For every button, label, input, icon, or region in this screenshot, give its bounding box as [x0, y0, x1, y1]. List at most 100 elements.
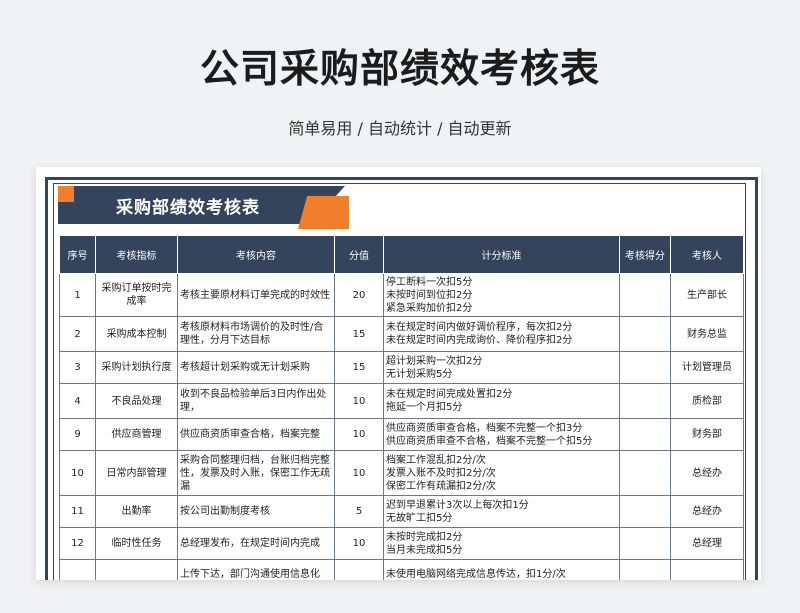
table-row: 上传下达，部门沟通使用信息化 未使用电脑网络完成信息传达，扣1分/次: [59, 559, 744, 580]
standard-line: 无故旷工扣5分: [386, 512, 453, 524]
standard-line: 拖延一个月扣5分: [386, 402, 463, 413]
cell-content[interactable]: 考核超计划采购或无计划采购: [177, 351, 335, 384]
cell-standard[interactable]: 超计划采购一次扣2分 无计划采购5分: [383, 351, 620, 384]
cell-no[interactable]: 12: [59, 527, 96, 560]
standard-line: 未在规定时间内做好调价程序，每次扣2分: [386, 322, 573, 333]
table-header-row: 序号 考核指标 考核内容 分值 计分标准 考核得分 考核人: [59, 235, 744, 274]
cell-standard[interactable]: 未使用电脑网络完成信息传达，扣1分/次: [383, 559, 620, 580]
standard-line: 档案工作混乱扣2分/次: [386, 454, 486, 466]
col-header-no: 序号: [59, 235, 96, 274]
cell-score[interactable]: 5: [334, 495, 384, 528]
cell-reviewer[interactable]: 计划管理员: [670, 351, 744, 384]
cell-result[interactable]: [619, 316, 671, 352]
standard-line: 迟到早退累计3次以上每次扣1分: [386, 499, 529, 511]
cell-no[interactable]: 9: [59, 418, 96, 451]
cell-standard[interactable]: 未在规定时间内做好调价程序，每次扣2分 未在规定时间内完成询价、降价程序扣2分: [383, 316, 620, 352]
page-subtitle: 简单易用 / 自动统计 / 自动更新: [288, 119, 512, 138]
cell-score[interactable]: 15: [334, 351, 384, 384]
standard-line: 当月未完成扣5分: [386, 544, 463, 556]
cell-content[interactable]: 收到不良品检验单后3日内作出处理，: [177, 383, 335, 419]
standard-line: 无计划采购5分: [386, 368, 453, 380]
cell-result[interactable]: [619, 351, 671, 384]
cell-reviewer[interactable]: 财务总监: [670, 316, 744, 352]
cell-content[interactable]: 供应商资质审查合格，档案完整: [177, 418, 335, 451]
table-row: 1 采购订单按时完成率 考核主要原材料订单完成的时效性 20 停工断料一次扣5分 未按时间…: [59, 273, 744, 317]
standard-line: 未使用电脑网络完成信息传达，扣1分/次: [386, 569, 566, 580]
cell-no[interactable]: 4: [59, 383, 96, 419]
page-title: 公司采购部绩效考核表: [199, 47, 600, 92]
cell-indicator[interactable]: 出勤率: [95, 495, 178, 528]
standard-line: 供应商资质审查不合格，档案不完整一个扣5分: [386, 435, 593, 447]
cell-no[interactable]: 11: [59, 495, 96, 528]
col-header-standard: 计分标准: [383, 235, 620, 274]
cell-score[interactable]: 20: [334, 273, 384, 317]
cell-indicator[interactable]: 不良品处理: [95, 383, 178, 419]
cell-standard[interactable]: 档案工作混乱扣2分/次 发票入账不及时扣2分/次 保密工作有疏漏扣2分/次: [383, 450, 620, 496]
cell-reviewer[interactable]: 生产部长: [670, 273, 744, 317]
standard-line: 供应商资质审查合格，档案不完整一个扣3分: [386, 422, 583, 434]
cell-standard[interactable]: 迟到早退累计3次以上每次扣1分 无故旷工扣5分: [383, 495, 620, 528]
table-row: 9 供应商管理 供应商资质审查合格，档案完整 10 供应商资质审查合格，档案不完整一个扣…: [59, 418, 744, 451]
cell-indicator[interactable]: 采购订单按时完成率: [95, 273, 178, 317]
cell-content[interactable]: 考核原材料市场调价的及时性/合理性，分月下达目标: [177, 316, 335, 352]
cell-content[interactable]: 采购合同整理归档，台账归档完整性，发票及时入账，保密工作无疏漏: [177, 450, 335, 496]
cell-reviewer[interactable]: 总经理: [670, 527, 744, 560]
cell-indicator[interactable]: 临时性任务: [95, 527, 178, 560]
standard-line: 停工断料一次扣5分: [386, 276, 473, 288]
cell-indicator[interactable]: 供应商管理: [95, 418, 178, 451]
col-header-content: 考核内容: [177, 235, 335, 274]
cell-score[interactable]: 10: [334, 418, 384, 451]
col-header-reviewer: 考核人: [670, 235, 744, 274]
cell-reviewer[interactable]: 总经办: [670, 450, 744, 496]
cell-score[interactable]: 15: [334, 316, 384, 352]
cell-content[interactable]: 考核主要原材料订单完成的时效性: [177, 273, 335, 317]
banner-accent-square: [58, 186, 74, 202]
assessment-table: 序号 考核指标 考核内容 分值 计分标准 考核得分 考核人 1 采购订单按时完成率…: [59, 235, 744, 580]
cell-indicator[interactable]: [95, 559, 178, 580]
cell-result[interactable]: [619, 559, 671, 580]
cell-no[interactable]: 10: [59, 450, 96, 496]
cell-no[interactable]: [59, 559, 96, 580]
cell-reviewer[interactable]: 总经办: [670, 495, 744, 528]
cell-no[interactable]: 2: [59, 316, 96, 352]
col-header-result: 考核得分: [619, 235, 671, 274]
cell-result[interactable]: [619, 418, 671, 451]
cell-reviewer[interactable]: 财务部: [670, 418, 744, 451]
cell-no[interactable]: 3: [59, 351, 96, 384]
standard-line: 未按时间到位扣2分: [386, 289, 473, 301]
cell-result[interactable]: [619, 495, 671, 528]
cell-standard[interactable]: 未在规定时间完成处置扣2分 拖延一个月扣5分: [383, 383, 620, 419]
cell-no[interactable]: 1: [59, 273, 96, 317]
col-header-indicator: 考核指标: [95, 235, 178, 274]
cell-reviewer[interactable]: [670, 559, 744, 580]
cell-result[interactable]: [619, 383, 671, 419]
table-row: 4 不良品处理 收到不良品检验单后3日内作出处理， 10 未在规定时间完成处置扣2分 拖延…: [59, 383, 744, 419]
table-row: 10 日常内部管理 采购合同整理归档，台账归档完整性，发票及时入账，保密工作无疏漏 1…: [59, 450, 744, 496]
cell-result[interactable]: [619, 450, 671, 496]
cell-standard[interactable]: 未按时完成扣2分 当月未完成扣5分: [383, 527, 620, 560]
cell-score[interactable]: 10: [334, 450, 384, 496]
cell-result[interactable]: [619, 527, 671, 560]
cell-content[interactable]: 按公司出勤制度考核: [177, 495, 335, 528]
standard-line: 发票入账不及时扣2分/次: [386, 467, 496, 479]
standard-line: 超计划采购一次扣2分: [386, 355, 483, 367]
standard-line: 紧急采购加价扣2分: [386, 302, 473, 314]
cell-score[interactable]: 10: [334, 383, 384, 419]
standard-line: 未按时完成扣2分: [386, 531, 463, 543]
cell-content[interactable]: 上传下达，部门沟通使用信息化: [177, 559, 335, 580]
table-row: 2 采购成本控制 考核原材料市场调价的及时性/合理性，分月下达目标 15 未在规定时间内…: [59, 316, 744, 352]
table-row: 11 出勤率 按公司出勤制度考核 5 迟到早退累计3次以上每次扣1分 无故旷工扣5分 总经办: [59, 495, 744, 528]
table-row: 3 采购计划执行度 考核超计划采购或无计划采购 15 超计划采购一次扣2分 无计划采购5分…: [59, 351, 744, 384]
cell-indicator[interactable]: 日常内部管理: [95, 450, 178, 496]
cell-score[interactable]: 10: [334, 527, 384, 560]
cell-score[interactable]: [334, 559, 384, 580]
cell-standard[interactable]: 供应商资质审查合格，档案不完整一个扣3分 供应商资质审查不合格，档案不完整一个扣5…: [383, 418, 620, 451]
cell-reviewer[interactable]: 质检部: [670, 383, 744, 419]
cell-standard[interactable]: 停工断料一次扣5分 未按时间到位扣2分 紧急采购加价扣2分: [383, 273, 620, 317]
table-row: 12 临时性任务 总经理发布，在规定时间内完成 10 未按时完成扣2分 当月未完成扣5分 总…: [59, 527, 744, 560]
cell-indicator[interactable]: 采购计划执行度: [95, 351, 178, 384]
standard-line: 未在规定时间完成处置扣2分: [386, 389, 513, 400]
cell-indicator[interactable]: 采购成本控制: [95, 316, 178, 352]
cell-content[interactable]: 总经理发布，在规定时间内完成: [177, 527, 335, 560]
cell-result[interactable]: [619, 273, 671, 317]
